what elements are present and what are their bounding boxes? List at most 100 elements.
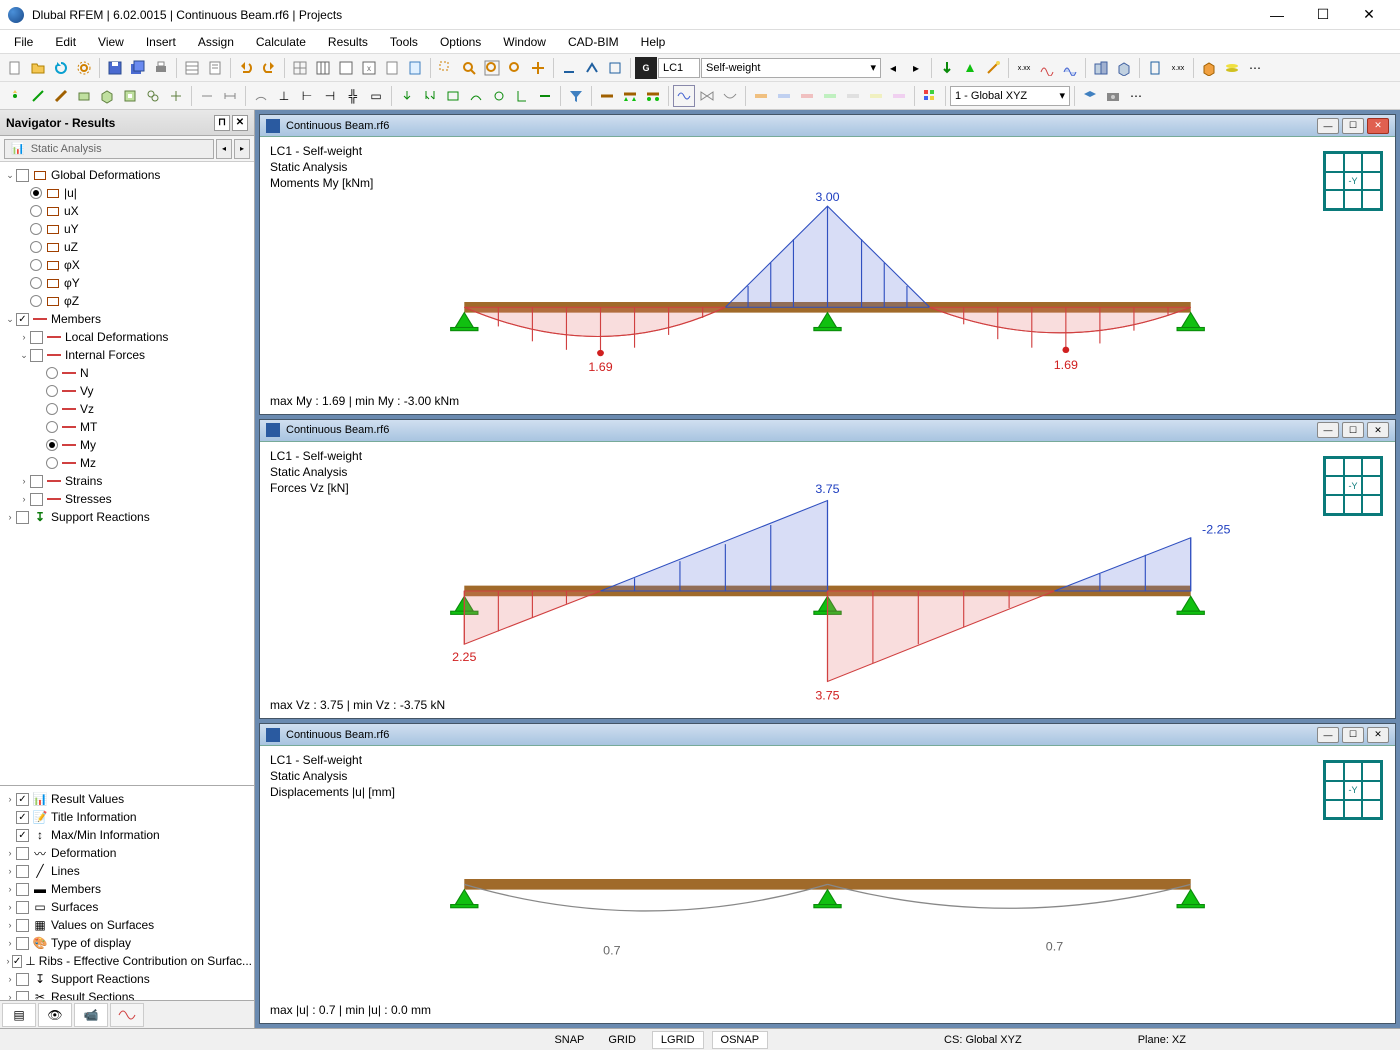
nav-analysis-combo[interactable]: 📊Static Analysis [4,139,214,159]
nav-next-icon[interactable]: ▸ [234,139,250,159]
results-tree[interactable]: ⌄Global Deformations |u| uX uY uZ φX φY … [0,162,254,785]
wand-icon[interactable] [982,57,1004,79]
grid-icon[interactable] [289,57,311,79]
res7-icon[interactable] [888,85,910,107]
lower-lines[interactable]: Lines [51,864,252,878]
opening-icon[interactable] [119,85,141,107]
navigator-lower[interactable]: ›📊Result Values 📝Title Information ↕Max/… [0,785,254,1000]
t4-icon[interactable]: ╬ [342,85,364,107]
lower-deformation[interactable]: Deformation [51,846,252,860]
color-icon[interactable] [919,85,941,107]
view-close-icon[interactable]: ✕ [1367,727,1389,743]
nav-prev-icon[interactable]: ◂ [216,139,232,159]
beam-sup2-icon[interactable] [642,85,664,107]
result-lines-icon[interactable] [1036,57,1058,79]
filter-icon[interactable] [565,85,587,107]
tree-my[interactable]: My [80,438,252,452]
load-arrow-icon[interactable] [936,57,958,79]
frc1-icon[interactable] [396,85,418,107]
arc-icon[interactable] [250,85,272,107]
zoom-prev-icon[interactable] [504,57,526,79]
lower-result-values[interactable]: Result Values [51,792,252,806]
menu-file[interactable]: File [4,31,43,53]
print-icon[interactable] [150,57,172,79]
tree-phiy[interactable]: φY [64,276,252,290]
layer-icon[interactable] [1079,85,1101,107]
tree-n[interactable]: N [80,366,252,380]
member-icon[interactable] [50,85,72,107]
set-icon[interactable] [142,85,164,107]
menu-edit[interactable]: Edit [45,31,86,53]
support-green-icon[interactable] [959,57,981,79]
lower-maxmin[interactable]: Max/Min Information [51,828,252,842]
view-max-icon[interactable]: ☐ [1342,727,1364,743]
view-min-icon[interactable]: — [1317,422,1339,438]
tree-uy[interactable]: uY [64,222,252,236]
menu-tools[interactable]: Tools [380,31,428,53]
tree-support[interactable]: Support Reactions [51,510,252,524]
intersect-icon[interactable] [165,85,187,107]
res6-icon[interactable] [865,85,887,107]
frc7-icon[interactable] [534,85,556,107]
open-icon[interactable] [27,57,49,79]
redo-icon[interactable] [258,57,280,79]
res3-icon[interactable] [796,85,818,107]
menu-assign[interactable]: Assign [188,31,244,53]
view-close-icon[interactable]: ✕ [1367,422,1389,438]
nav-close-icon[interactable]: ✕ [232,115,248,131]
diagram-my-icon[interactable] [673,85,695,107]
lower-title-info[interactable]: Title Information [51,810,252,824]
menu-results[interactable]: Results [318,31,378,53]
tree-vz[interactable]: Vz [80,402,252,416]
res2-icon[interactable] [773,85,795,107]
tree-uz[interactable]: uZ [64,240,252,254]
frc5-icon[interactable] [488,85,510,107]
lower-ribs[interactable]: Ribs - Effective Contribution on Surfac.… [39,954,252,968]
tree-mt[interactable]: MT [80,420,252,434]
table3-icon[interactable] [335,57,357,79]
frc4-icon[interactable] [465,85,487,107]
t2-icon[interactable]: ⊢ [296,85,318,107]
view-min-icon[interactable]: — [1317,118,1339,134]
lc-g-button[interactable]: G [635,57,657,79]
tree-stresses[interactable]: Stresses [65,492,252,506]
tables-icon[interactable] [181,57,203,79]
table2-icon[interactable] [312,57,334,79]
view-min-icon[interactable]: — [1317,727,1339,743]
section2-icon[interactable]: x.xx [1167,57,1189,79]
lower-type-display[interactable]: Type of display [51,936,252,950]
result-filled-icon[interactable] [1059,57,1081,79]
lower-members[interactable]: Members [51,882,252,896]
close-button[interactable]: ✕ [1346,0,1392,30]
view-max-icon[interactable]: ☐ [1342,118,1364,134]
tree-strains[interactable]: Strains [65,474,252,488]
saveall-icon[interactable] [127,57,149,79]
frc2-icon[interactable] [419,85,441,107]
walls-icon[interactable] [1090,57,1112,79]
node-icon[interactable] [4,85,26,107]
t3-icon[interactable]: ⊣ [319,85,341,107]
tab-eye-icon[interactable]: 👁 [38,1003,72,1027]
result-xxx-icon[interactable]: x.xx [1013,57,1035,79]
more-icon[interactable]: ⋯ [1244,57,1266,79]
refresh-icon[interactable] [50,57,72,79]
report-icon[interactable] [204,57,226,79]
status-grid[interactable]: GRID [600,1032,644,1048]
cam-icon[interactable] [1102,85,1124,107]
diagram-vz-icon[interactable] [696,85,718,107]
new-icon[interactable] [4,57,26,79]
maximize-button[interactable]: ☐ [1300,0,1346,30]
surface-icon[interactable] [73,85,95,107]
menu-view[interactable]: View [88,31,134,53]
line-icon[interactable] [27,85,49,107]
res1-icon[interactable] [750,85,772,107]
lower-surfaces[interactable]: Surfaces [51,900,252,914]
t1-icon[interactable]: ⊥ [273,85,295,107]
lower-sections[interactable]: Result Sections [51,990,252,1000]
tree-members[interactable]: Members [51,312,252,326]
menu-insert[interactable]: Insert [136,31,186,53]
tree-local-def[interactable]: Local Deformations [65,330,252,344]
more2-icon[interactable]: ⋯ [1125,85,1147,107]
lc-name-combo[interactable]: Self-weight▾ [701,58,881,78]
view1-icon[interactable] [558,57,580,79]
